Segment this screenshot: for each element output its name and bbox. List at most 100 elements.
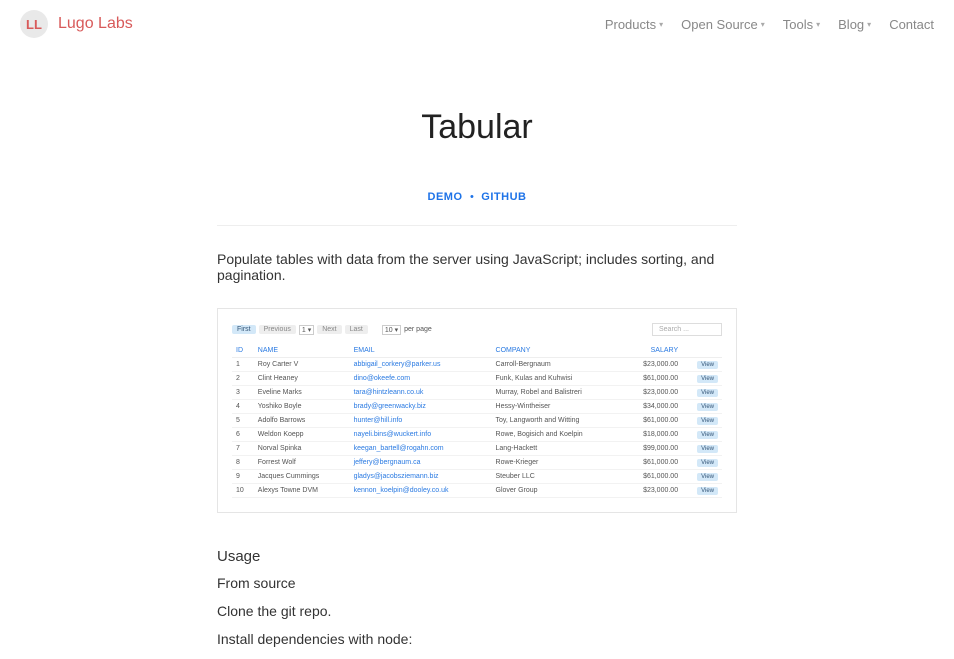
- view-button[interactable]: View: [697, 445, 718, 453]
- view-button[interactable]: View: [697, 431, 718, 439]
- cell-id: 3: [232, 386, 254, 400]
- project-links: DEMO • GITHUB: [217, 187, 737, 226]
- demo-link[interactable]: DEMO: [428, 191, 463, 203]
- cell-company: Toy, Langworth and Witting: [492, 414, 623, 428]
- cell-name: Weldon Koepp: [254, 428, 350, 442]
- clone-repo-text: Clone the git repo.: [217, 603, 737, 619]
- cell-id: 6: [232, 428, 254, 442]
- cell-email[interactable]: tara@hintzleann.co.uk: [350, 386, 492, 400]
- nav-blog[interactable]: Blog▾: [838, 17, 871, 32]
- cell-company: Rowe, Bogisich and Koelpin: [492, 428, 623, 442]
- view-button[interactable]: View: [697, 375, 718, 383]
- cell-email[interactable]: gladys@jacobsziemann.biz: [350, 470, 492, 484]
- site-header: LL Lugo Labs Products▾ Open Source▾ Tool…: [0, 0, 954, 48]
- nav-contact[interactable]: Contact: [889, 17, 934, 32]
- nav-open-source[interactable]: Open Source▾: [681, 17, 765, 32]
- per-page-select[interactable]: 10 ▾: [382, 325, 401, 335]
- separator-dot: •: [470, 191, 474, 203]
- cell-email[interactable]: abbigail_corkery@parker.us: [350, 358, 492, 372]
- table-row: 1Roy Carter Vabbigail_corkery@parker.usC…: [232, 358, 722, 372]
- cell-name: Forrest Wolf: [254, 456, 350, 470]
- cell-id: 4: [232, 400, 254, 414]
- cell-salary: $61,000.00: [623, 372, 682, 386]
- view-button[interactable]: View: [697, 473, 718, 481]
- cell-salary: $61,000.00: [623, 470, 682, 484]
- cell-id: 9: [232, 470, 254, 484]
- usage-heading: Usage: [217, 548, 737, 565]
- brand-name: Lugo Labs: [58, 15, 133, 33]
- cell-salary: $61,000.00: [623, 414, 682, 428]
- chevron-down-icon: ▾: [867, 20, 871, 29]
- table-row: 8Forrest Wolfjeffery@bergnaum.caRowe-Kri…: [232, 456, 722, 470]
- cell-salary: $34,000.00: [623, 400, 682, 414]
- next-button[interactable]: Next: [317, 325, 341, 334]
- logo-group[interactable]: LL Lugo Labs: [20, 10, 133, 38]
- col-name[interactable]: NAME: [254, 344, 350, 358]
- logo-icon: LL: [20, 10, 48, 38]
- cell-name: Eveline Marks: [254, 386, 350, 400]
- cell-email[interactable]: brady@greenwacky.biz: [350, 400, 492, 414]
- previous-button[interactable]: Previous: [259, 325, 296, 334]
- cell-salary: $61,000.00: [623, 456, 682, 470]
- table-row: 10Alexys Towne DVMkennon_koelpin@dooley.…: [232, 484, 722, 498]
- cell-email[interactable]: jeffery@bergnaum.ca: [350, 456, 492, 470]
- cell-id: 8: [232, 456, 254, 470]
- cell-salary: $99,000.00: [623, 442, 682, 456]
- first-button[interactable]: First: [232, 325, 256, 334]
- main-content: Tabular DEMO • GITHUB Populate tables wi…: [197, 108, 757, 647]
- cell-company: Steuber LLC: [492, 470, 623, 484]
- cell-email[interactable]: nayeli.bins@wuckert.info: [350, 428, 492, 442]
- cell-name: Yoshiko Boyle: [254, 400, 350, 414]
- search-input[interactable]: Search ...: [652, 323, 722, 336]
- col-id[interactable]: ID: [232, 344, 254, 358]
- pagination-controls: First Previous 1 ▾ Next Last 10 ▾ per pa…: [232, 325, 432, 335]
- install-deps-text: Install dependencies with node:: [217, 631, 737, 647]
- cell-company: Rowe-Krieger: [492, 456, 623, 470]
- cell-company: Murray, Robel and Balistreri: [492, 386, 623, 400]
- from-source-heading: From source: [217, 575, 737, 591]
- view-button[interactable]: View: [697, 361, 718, 369]
- data-table: ID NAME EMAIL COMPANY SALARY 1Roy Carter…: [232, 344, 722, 498]
- cell-salary: $18,000.00: [623, 428, 682, 442]
- cell-salary: $23,000.00: [623, 484, 682, 498]
- page-number-input[interactable]: 1 ▾: [299, 325, 314, 335]
- table-row: 9Jacques Cummingsgladys@jacobsziemann.bi…: [232, 470, 722, 484]
- col-company[interactable]: COMPANY: [492, 344, 623, 358]
- view-button[interactable]: View: [697, 389, 718, 397]
- view-button[interactable]: View: [697, 487, 718, 495]
- nav-products[interactable]: Products▾: [605, 17, 663, 32]
- cell-name: Jacques Cummings: [254, 470, 350, 484]
- table-row: 5Adolfo Barrowshunter@hill.infoToy, Lang…: [232, 414, 722, 428]
- view-button[interactable]: View: [697, 417, 718, 425]
- cell-email[interactable]: hunter@hill.info: [350, 414, 492, 428]
- table-row: 3Eveline Markstara@hintzleann.co.ukMurra…: [232, 386, 722, 400]
- cell-name: Norval Spinka: [254, 442, 350, 456]
- cell-id: 10: [232, 484, 254, 498]
- cell-company: Hessy-Wintheiser: [492, 400, 623, 414]
- cell-company: Funk, Kulas and Kuhwisi: [492, 372, 623, 386]
- cell-salary: $23,000.00: [623, 358, 682, 372]
- cell-email[interactable]: kennon_koelpin@dooley.co.uk: [350, 484, 492, 498]
- table-row: 7Norval Spinkakeegan_bartell@rogahn.comL…: [232, 442, 722, 456]
- cell-name: Roy Carter V: [254, 358, 350, 372]
- view-button[interactable]: View: [697, 403, 718, 411]
- cell-name: Clint Heaney: [254, 372, 350, 386]
- nav-tools[interactable]: Tools▾: [783, 17, 820, 32]
- table-row: 2Clint Heaneydino@okeefe.comFunk, Kulas …: [232, 372, 722, 386]
- github-link[interactable]: GITHUB: [481, 191, 526, 203]
- cell-name: Alexys Towne DVM: [254, 484, 350, 498]
- view-button[interactable]: View: [697, 459, 718, 467]
- cell-email[interactable]: keegan_bartell@rogahn.com: [350, 442, 492, 456]
- last-button[interactable]: Last: [345, 325, 368, 334]
- cell-id: 7: [232, 442, 254, 456]
- per-page-label: per page: [404, 326, 432, 333]
- col-salary[interactable]: SALARY: [623, 344, 682, 358]
- cell-email[interactable]: dino@okeefe.com: [350, 372, 492, 386]
- cell-name: Adolfo Barrows: [254, 414, 350, 428]
- example-screenshot: First Previous 1 ▾ Next Last 10 ▾ per pa…: [217, 308, 737, 513]
- table-row: 4Yoshiko Boylebrady@greenwacky.bizHessy-…: [232, 400, 722, 414]
- cell-salary: $23,000.00: [623, 386, 682, 400]
- chevron-down-icon: ▾: [816, 20, 820, 29]
- cell-company: Glover Group: [492, 484, 623, 498]
- col-email[interactable]: EMAIL: [350, 344, 492, 358]
